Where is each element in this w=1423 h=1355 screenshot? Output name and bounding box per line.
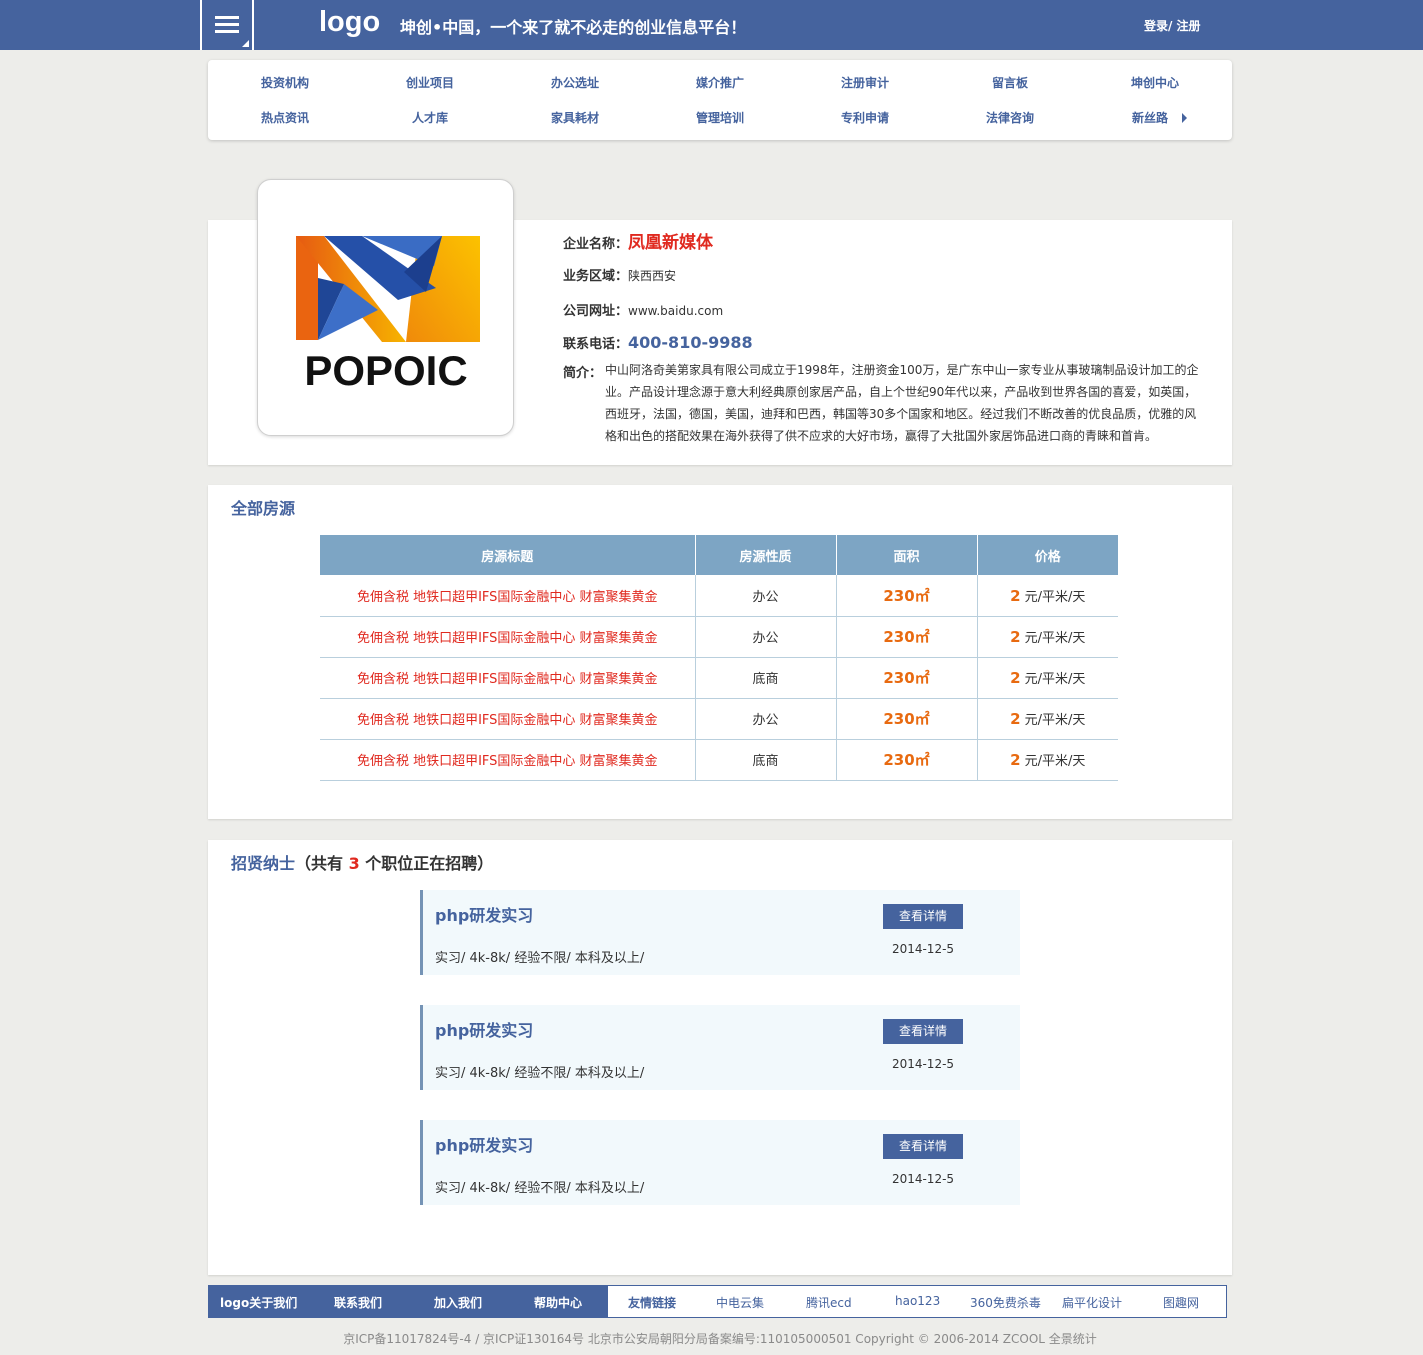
table-row: 免佣含税 地铁口超甲IFS国际金融中心 财富聚集黄金 办公 230㎡ 2 元/平… xyxy=(320,616,1118,658)
nav-item-center[interactable]: 坤创中心 xyxy=(1105,74,1205,91)
listing-title-link[interactable]: 免佣含税 地铁口超甲IFS国际金融中心 财富聚集黄金 xyxy=(320,575,696,617)
nav-item-messages[interactable]: 留言板 xyxy=(960,74,1060,91)
menu-icon[interactable] xyxy=(200,0,254,50)
listing-area: 230㎡ xyxy=(836,698,978,740)
job-date: 2014-12-5 xyxy=(891,1057,955,1071)
svg-text:POPOIC: POPOIC xyxy=(304,347,467,394)
popoic-logo-icon: POPOIC xyxy=(296,236,480,394)
intro-label: 简介： xyxy=(563,366,603,381)
view-details-button[interactable]: 查看详情 xyxy=(883,1019,963,1044)
col-price: 价格 xyxy=(977,535,1118,575)
footer-link-about[interactable]: logo关于我们 xyxy=(220,1294,297,1311)
listing-type: 办公 xyxy=(695,616,837,658)
listing-title-link[interactable]: 免佣含税 地铁口超甲IFS国际金融中心 财富聚集黄金 xyxy=(320,657,696,699)
company-name-row: 企业名称：凤凰新媒体 xyxy=(563,233,714,253)
job-meta: 实习/ 4k-8k/ 经验不限/ 本科及以上/ xyxy=(435,1181,645,1196)
listings-table: 房源标题 房源性质 面积 价格 免佣含税 地铁口超甲IFS国际金融中心 财富聚集… xyxy=(320,535,1118,781)
job-card: php研发实习 实习/ 4k-8k/ 经验不限/ 本科及以上/ 查看详情 201… xyxy=(420,1120,1020,1205)
table-row: 免佣含税 地铁口超甲IFS国际金融中心 财富聚集黄金 底商 230㎡ 2 元/平… xyxy=(320,739,1118,781)
listing-area: 230㎡ xyxy=(836,739,978,781)
company-intro: 中山阿洛奇美第家具有限公司成立于1998年，注册资金100万，是广东中山一家专业… xyxy=(605,363,1199,443)
listing-title-link[interactable]: 免佣含税 地铁口超甲IFS国际金融中心 财富聚集黄金 xyxy=(320,739,696,781)
listing-price: 2 元/平米/天 xyxy=(977,739,1118,781)
job-title[interactable]: php研发实习 xyxy=(435,1132,533,1156)
listing-area: 230㎡ xyxy=(836,575,978,617)
friend-link[interactable]: 图趣网 xyxy=(1163,1294,1199,1311)
login-register-link[interactable]: 登录/ 注册 xyxy=(1144,17,1201,34)
listing-type: 底商 xyxy=(695,739,837,781)
copyright-text: 京ICP备11017824号-4 / 京ICP证130164号 北京市公安局朝阳… xyxy=(343,1332,1097,1346)
company-phone-row: 联系电话：400-810-9988 xyxy=(563,333,753,352)
company-name: 凤凰新媒体 xyxy=(628,233,714,253)
company-website[interactable]: www.baidu.com xyxy=(628,304,723,318)
job-title[interactable]: php研发实习 xyxy=(435,902,533,926)
col-title: 房源标题 xyxy=(320,535,696,575)
friend-link[interactable]: 腾讯ecd xyxy=(806,1294,852,1311)
col-type: 房源性质 xyxy=(695,535,837,575)
job-meta: 实习/ 4k-8k/ 经验不限/ 本科及以上/ xyxy=(435,951,645,966)
friend-link[interactable]: 360免费杀毒 xyxy=(970,1294,1041,1311)
jobs-title: 招贤纳士（共有 3 个职位正在招聘） xyxy=(231,854,494,873)
nav-item-training[interactable]: 管理培训 xyxy=(670,109,770,126)
footer-nav: logo关于我们 联系我们 加入我们 帮助中心 友情链接 中电云集 腾讯ecd … xyxy=(208,1285,1227,1318)
nav-item-investment[interactable]: 投资机构 xyxy=(235,74,335,91)
listing-type: 办公 xyxy=(695,575,837,617)
view-details-button[interactable]: 查看详情 xyxy=(883,904,963,929)
chevron-right-icon[interactable] xyxy=(1182,113,1187,123)
site-logo[interactable]: logo xyxy=(319,6,380,39)
job-card: php研发实习 实习/ 4k-8k/ 经验不限/ 本科及以上/ 查看详情 201… xyxy=(420,1005,1020,1090)
footer-link-contact[interactable]: 联系我们 xyxy=(334,1294,382,1311)
listing-title-link[interactable]: 免佣含税 地铁口超甲IFS国际金融中心 财富聚集黄金 xyxy=(320,698,696,740)
jobs-count: 3 xyxy=(348,854,360,873)
listing-area: 230㎡ xyxy=(836,616,978,658)
nav-item-patent[interactable]: 专利申请 xyxy=(815,109,915,126)
job-date: 2014-12-5 xyxy=(891,942,955,956)
company-logo: POPOIC xyxy=(257,179,514,436)
company-region-row: 业务区域：陕西西安 xyxy=(563,269,677,284)
view-details-button[interactable]: 查看详情 xyxy=(883,1134,963,1159)
footer-link-join[interactable]: 加入我们 xyxy=(434,1294,482,1311)
listings-title: 全部房源 xyxy=(231,499,296,518)
company-phone: 400-810-9988 xyxy=(628,333,753,352)
footer-link-help[interactable]: 帮助中心 xyxy=(534,1294,582,1311)
table-row: 免佣含税 地铁口超甲IFS国际金融中心 财富聚集黄金 办公 230㎡ 2 元/平… xyxy=(320,698,1118,740)
listing-area: 230㎡ xyxy=(836,657,978,699)
listing-type: 底商 xyxy=(695,657,837,699)
listing-price: 2 元/平米/天 xyxy=(977,616,1118,658)
nav-item-audit[interactable]: 注册审计 xyxy=(815,74,915,91)
friend-link[interactable]: 扁平化设计 xyxy=(1062,1294,1122,1311)
nav-item-legal[interactable]: 法律咨询 xyxy=(960,109,1060,126)
nav-item-furniture[interactable]: 家具耗材 xyxy=(525,109,625,126)
table-row: 免佣含税 地铁口超甲IFS国际金融中心 财富聚集黄金 底商 230㎡ 2 元/平… xyxy=(320,657,1118,699)
nav-item-talent[interactable]: 人才库 xyxy=(380,109,480,126)
listing-type: 办公 xyxy=(695,698,837,740)
col-area: 面积 xyxy=(836,535,978,575)
site-slogan: 坤创•中国，一个来了就不必走的创业信息平台！ xyxy=(400,18,747,37)
job-meta: 实习/ 4k-8k/ 经验不限/ 本科及以上/ xyxy=(435,1066,645,1081)
company-website-row: 公司网址：www.baidu.com xyxy=(563,304,724,319)
listing-title-link[interactable]: 免佣含税 地铁口超甲IFS国际金融中心 财富聚集黄金 xyxy=(320,616,696,658)
friend-link[interactable]: hao123 xyxy=(895,1294,940,1308)
nav-item-projects[interactable]: 创业项目 xyxy=(380,74,480,91)
nav-item-news[interactable]: 热点资讯 xyxy=(235,109,335,126)
job-title[interactable]: php研发实习 xyxy=(435,1017,533,1041)
company-region: 陕西西安 xyxy=(628,269,677,283)
listing-price: 2 元/平米/天 xyxy=(977,657,1118,699)
listing-price: 2 元/平米/天 xyxy=(977,698,1118,740)
friend-link[interactable]: 中电云集 xyxy=(716,1294,764,1311)
nav-item-office[interactable]: 办公选址 xyxy=(525,74,625,91)
table-row: 免佣含税 地铁口超甲IFS国际金融中心 财富聚集黄金 办公 230㎡ 2 元/平… xyxy=(320,575,1118,617)
job-date: 2014-12-5 xyxy=(891,1172,955,1186)
nav-item-media[interactable]: 媒介推广 xyxy=(670,74,770,91)
main-nav: 投资机构 创业项目 办公选址 媒介推广 注册审计 留言板 坤创中心 热点资讯 人… xyxy=(208,60,1232,140)
job-card: php研发实习 实习/ 4k-8k/ 经验不限/ 本科及以上/ 查看详情 201… xyxy=(420,890,1020,975)
listing-price: 2 元/平米/天 xyxy=(977,575,1118,617)
top-bar: logo 坤创•中国，一个来了就不必走的创业信息平台！ 登录/ 注册 xyxy=(0,0,1423,50)
friend-links-label: 友情链接 xyxy=(628,1296,677,1310)
